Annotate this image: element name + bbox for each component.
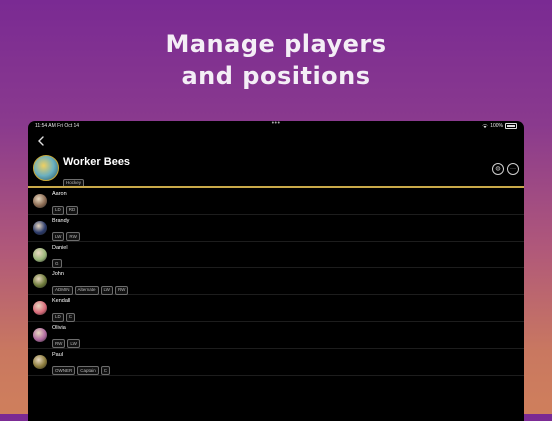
- player-row[interactable]: Daniel G: [28, 242, 524, 269]
- position-chip: OWNER: [52, 366, 76, 376]
- player-row[interactable]: Brandy LW RW: [28, 215, 524, 242]
- player-row[interactable]: Aaron LD RD: [28, 188, 524, 215]
- position-chip: LW: [52, 232, 65, 242]
- multitask-dots[interactable]: •••: [272, 121, 281, 129]
- player-name: Daniel: [52, 244, 68, 251]
- player-name: Aaron: [52, 191, 67, 197]
- status-bar: 11:54 AM Fri Oct 14 ••• 100%: [28, 121, 524, 131]
- player-row[interactable]: Olivia RW LW: [28, 322, 524, 349]
- player-name: Brandy: [52, 217, 70, 224]
- position-chip: LD: [52, 205, 64, 215]
- player-tags: RW LW: [52, 332, 82, 350]
- chat-button[interactable]: ◍: [492, 163, 504, 175]
- player-avatar: [33, 220, 47, 235]
- player-avatar: [33, 301, 47, 316]
- player-name: Paul: [52, 351, 64, 358]
- more-icon: ···: [510, 166, 516, 172]
- position-chip: ADMIN: [52, 285, 73, 295]
- player-name: Kendall: [52, 298, 71, 305]
- player-tags: OWNER Captain C: [52, 359, 112, 377]
- wifi-icon: [482, 124, 488, 128]
- player-avatar: [33, 354, 47, 369]
- team-avatar: [33, 155, 59, 181]
- player-tags: LW RW: [52, 225, 82, 243]
- player-name: Olivia: [52, 324, 66, 331]
- back-chevron-icon[interactable]: [36, 135, 46, 147]
- battery-icon: [505, 123, 517, 129]
- position-chip: C: [65, 312, 76, 322]
- player-avatar: [33, 274, 47, 289]
- player-tags: LD C: [52, 305, 77, 323]
- position-chip: RD: [65, 205, 79, 215]
- headline-line-2: and positions: [181, 62, 371, 90]
- chat-icon: ◍: [495, 166, 501, 172]
- battery-percent: 100%: [490, 123, 503, 129]
- position-chip: LD: [52, 312, 64, 322]
- player-row[interactable]: Paul OWNER Captain C: [28, 349, 524, 376]
- player-list: Aaron LD RD Brandy LW RW Daniel G John ADMIN Alter…: [28, 188, 524, 376]
- status-time: 11:54 AM Fri Oct 14: [35, 123, 80, 129]
- position-chip: Alternate: [74, 285, 99, 295]
- player-row[interactable]: Kendall LD C: [28, 295, 524, 322]
- player-row[interactable]: John ADMIN Alternate LW RW: [28, 268, 524, 296]
- position-chip: Captain: [77, 366, 99, 376]
- player-avatar: [33, 327, 47, 342]
- position-chip: RW: [52, 339, 66, 349]
- headline-line-1: Manage players: [165, 30, 387, 58]
- team-name: Worker Bees: [63, 156, 131, 168]
- player-avatar: [33, 247, 47, 262]
- more-button[interactable]: ···: [507, 163, 519, 175]
- position-chip: RW: [114, 285, 129, 295]
- player-tags: LD RD: [52, 198, 80, 216]
- tablet-screen: 11:54 AM Fri Oct 14 ••• 100% Worker Bees…: [28, 121, 524, 421]
- status-right: 100%: [482, 121, 517, 131]
- player-tags: ADMIN Alternate LW RW: [52, 278, 130, 296]
- position-chip: LW: [67, 339, 80, 349]
- player-tags: G: [52, 252, 64, 270]
- player-avatar: [33, 194, 47, 208]
- headline: Manage players and positions: [0, 28, 552, 92]
- position-chip: G: [52, 259, 62, 269]
- position-chip: C: [100, 366, 111, 376]
- position-chip: RW: [66, 232, 80, 242]
- player-name: John: [52, 271, 64, 278]
- position-chip: LW: [100, 285, 113, 295]
